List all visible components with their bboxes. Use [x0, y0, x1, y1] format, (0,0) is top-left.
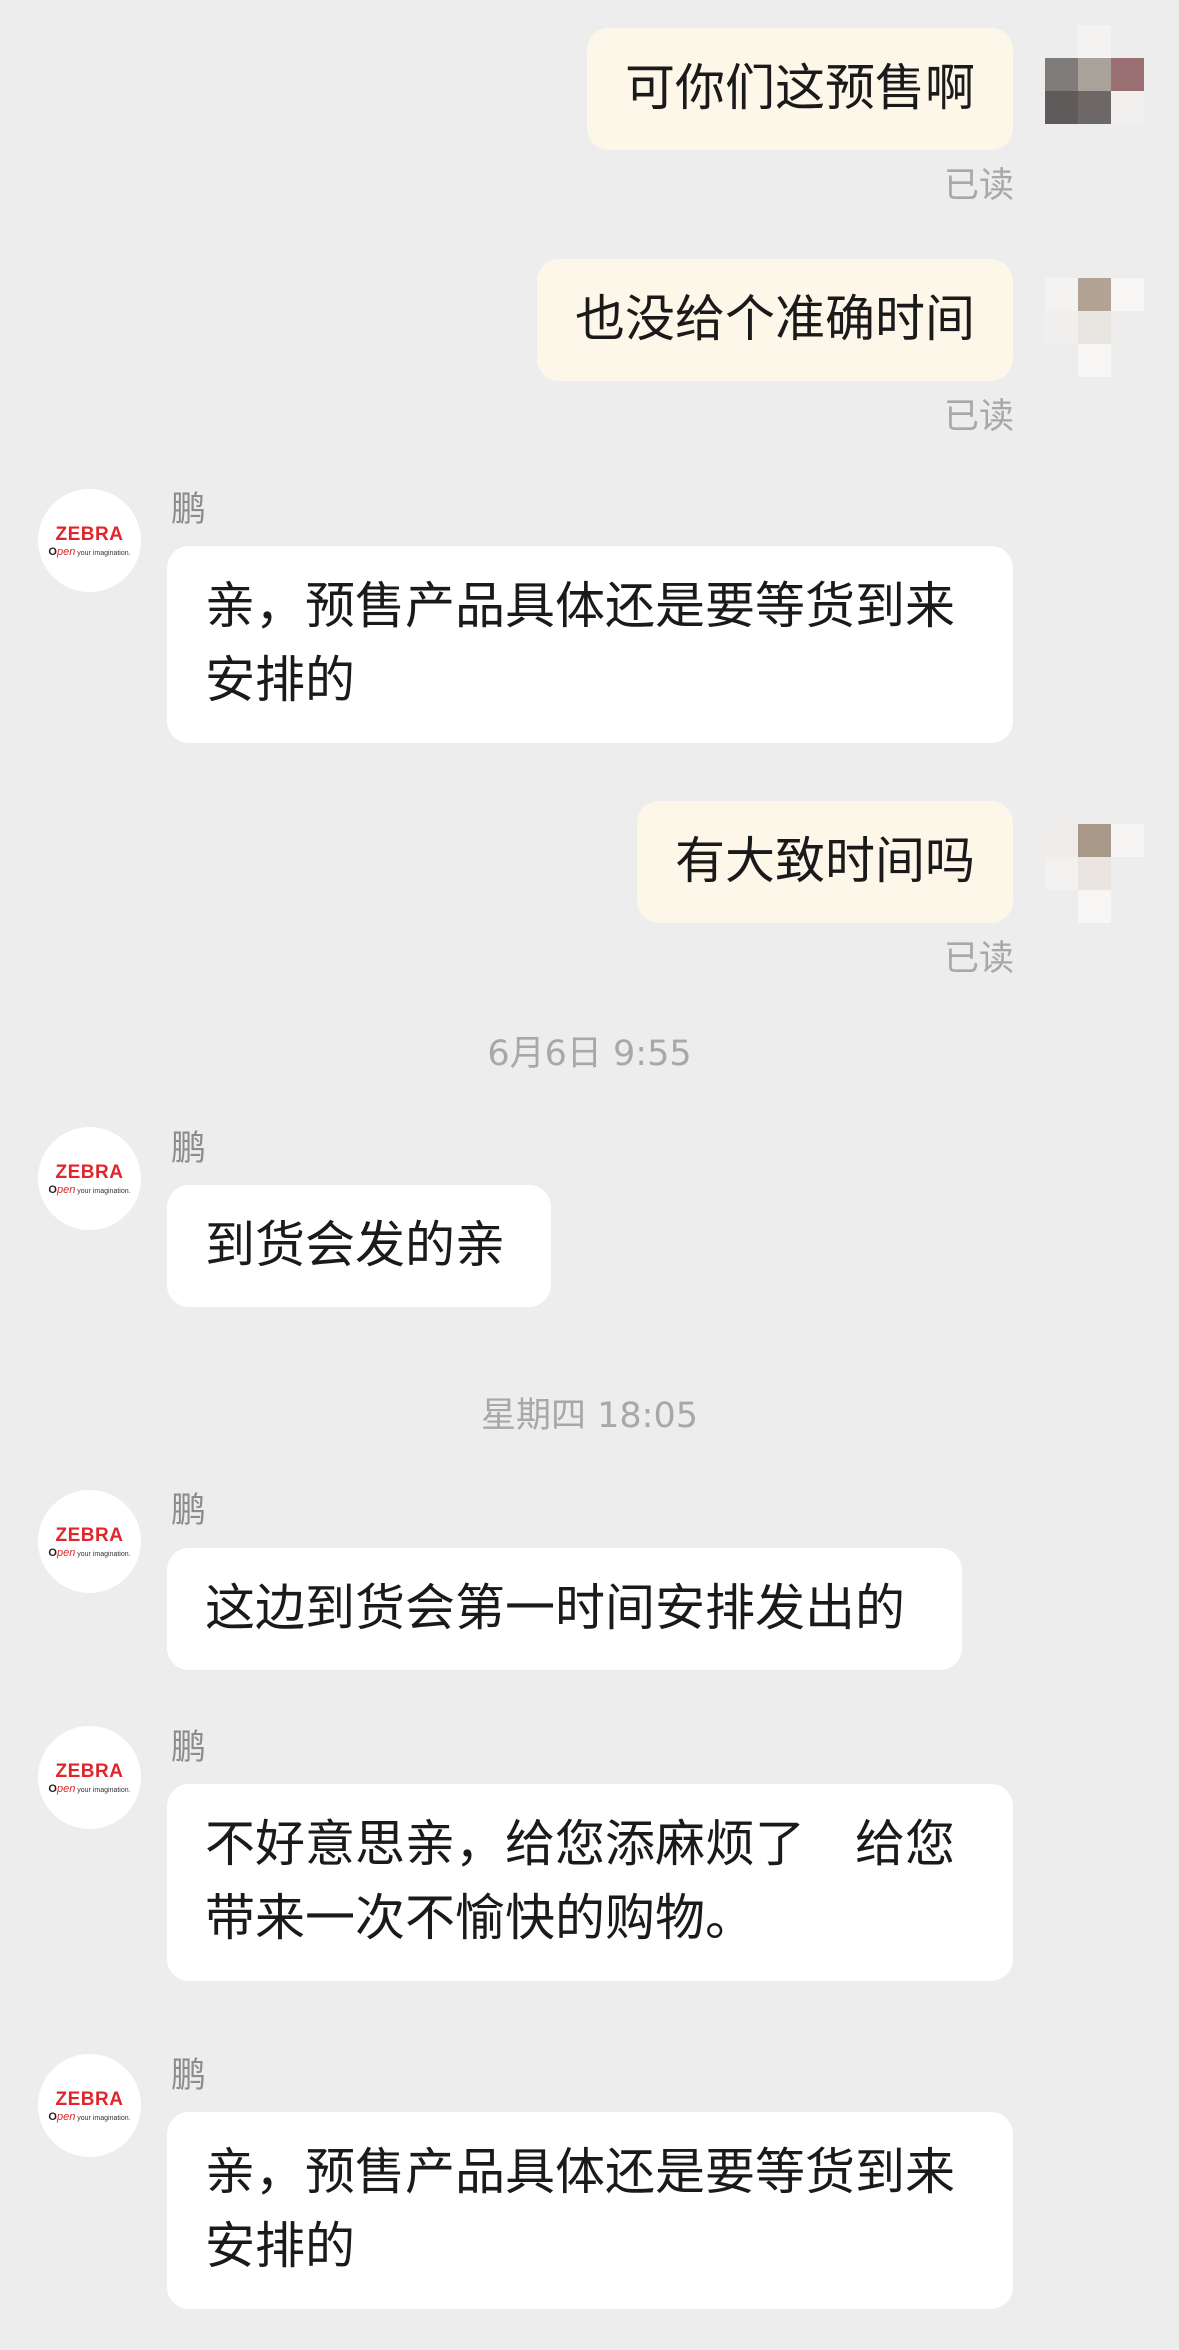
- message-bubble-outgoing[interactable]: 有大致时间吗: [637, 801, 1013, 923]
- logo-tag-pen: pen: [56, 546, 76, 558]
- avatar-pixel: [1045, 91, 1078, 124]
- avatar-pixel: [1078, 311, 1111, 344]
- user-avatar[interactable]: [1045, 245, 1144, 377]
- message-bubble-incoming[interactable]: 这边到货会第一时间安排发出的: [167, 1548, 962, 1670]
- avatar-pixel: [1111, 824, 1144, 857]
- message-text: 到货会发的亲: [205, 1216, 505, 1274]
- logo-tagline: Open your imagination.: [42, 1184, 137, 1196]
- user-avatar[interactable]: [1045, 791, 1144, 923]
- logo-tag-o: O: [48, 546, 57, 558]
- logo-tag-pen: pen: [56, 2111, 76, 2123]
- message-text: 也没给个准确时间: [575, 290, 975, 348]
- logo-tag-rest: your imagination.: [75, 1551, 131, 1558]
- message-text-line: 带来一次不愉快的购物。: [205, 1889, 755, 1947]
- logo-tagline: Open your imagination.: [42, 2111, 137, 2123]
- shop-avatar[interactable]: ZEBRA Open your imagination.: [38, 1490, 141, 1593]
- logo-tag-o: O: [48, 1783, 57, 1795]
- message-text-line: 安排的: [205, 651, 355, 709]
- message-bubble-incoming[interactable]: 到货会发的亲: [167, 1185, 551, 1307]
- avatar-pixel: [1045, 824, 1078, 857]
- message-text: 可你们这预售啊: [625, 59, 975, 117]
- message-bubble-incoming[interactable]: 亲，预售产品具体还是要等货到来 安排的: [167, 546, 1013, 743]
- logo-tag-rest: your imagination.: [75, 2115, 131, 2122]
- logo-tag-o: O: [48, 2111, 57, 2123]
- avatar-pixel: [1045, 58, 1078, 91]
- message-bubble-outgoing[interactable]: 可你们这预售啊: [587, 28, 1013, 150]
- logo-tag-pen: pen: [56, 1547, 76, 1559]
- avatar-pixel: [1078, 91, 1111, 124]
- user-avatar[interactable]: [1045, 25, 1144, 124]
- sender-name: 鹏: [171, 490, 207, 530]
- logo-tag-rest: your imagination.: [75, 1787, 131, 1794]
- logo-tag-rest: your imagination.: [75, 550, 131, 557]
- avatar-pixel: [1111, 278, 1144, 311]
- logo-tagline: Open your imagination.: [42, 1547, 137, 1559]
- avatar-pixel: [1078, 278, 1111, 311]
- avatar-pixel: [1078, 857, 1111, 890]
- message-text: 有大致时间吗: [675, 832, 975, 890]
- avatar-pixel: [1078, 25, 1111, 58]
- zebra-logo-icon: ZEBRA: [55, 1525, 124, 1546]
- message-bubble-outgoing[interactable]: 也没给个准确时间: [537, 259, 1013, 381]
- shop-avatar[interactable]: ZEBRA Open your imagination.: [38, 1726, 141, 1829]
- chat-page: 可你们这预售啊 已读 也没给个准确时间 已读 ZEBRA Open your i…: [0, 0, 1179, 2350]
- message-text-line: 不好意思亲，给您添麻烦了 给您: [205, 1815, 955, 1873]
- logo-tagline: Open your imagination.: [42, 546, 137, 558]
- avatar-pixel: [1045, 311, 1078, 344]
- read-status: 已读: [943, 939, 1014, 979]
- avatar-pixel: [1111, 58, 1144, 91]
- sender-name: 鹏: [171, 2056, 207, 2096]
- logo-tag-o: O: [48, 1184, 57, 1196]
- avatar-pixel: [1111, 91, 1144, 124]
- avatar-pixel: [1078, 890, 1111, 923]
- logo-tag-pen: pen: [56, 1184, 76, 1196]
- zebra-logo-icon: ZEBRA: [55, 1162, 124, 1183]
- shop-avatar[interactable]: ZEBRA Open your imagination.: [38, 489, 141, 592]
- avatar-pixel: [1045, 857, 1078, 890]
- shop-avatar[interactable]: ZEBRA Open your imagination.: [38, 2054, 141, 2157]
- logo-tag-o: O: [48, 1547, 57, 1559]
- timestamp: 星期四 18:05: [481, 1396, 698, 1436]
- logo-tag-pen: pen: [56, 1783, 76, 1795]
- message-text-line: 亲，预售产品具体还是要等货到来: [205, 2143, 955, 2201]
- shop-avatar[interactable]: ZEBRA Open your imagination.: [38, 1127, 141, 1230]
- logo-tag-rest: your imagination.: [75, 1188, 131, 1195]
- zebra-logo-icon: ZEBRA: [55, 524, 124, 545]
- message-bubble-incoming[interactable]: 亲，预售产品具体还是要等货到来 安排的: [167, 2112, 1013, 2309]
- sender-name: 鹏: [171, 1129, 207, 1169]
- sender-name: 鹏: [171, 1728, 207, 1768]
- timestamp: 6月6日 9:55: [487, 1034, 692, 1074]
- logo-tagline: Open your imagination.: [42, 1783, 137, 1795]
- read-status: 已读: [943, 166, 1014, 206]
- avatar-pixel: [1045, 278, 1078, 311]
- message-bubble-incoming[interactable]: 不好意思亲，给您添麻烦了 给您 带来一次不愉快的购物。: [167, 1784, 1013, 1981]
- zebra-logo-icon: ZEBRA: [55, 1761, 124, 1782]
- message-text-line: 亲，预售产品具体还是要等货到来: [205, 577, 955, 635]
- message-text-line: 安排的: [205, 2217, 355, 2275]
- avatar-pixel: [1078, 824, 1111, 857]
- sender-name: 鹏: [171, 1491, 207, 1531]
- read-status: 已读: [943, 397, 1014, 437]
- avatar-pixel: [1078, 344, 1111, 377]
- message-text: 这边到货会第一时间安排发出的: [205, 1579, 905, 1637]
- avatar-pixel: [1078, 58, 1111, 91]
- zebra-logo-icon: ZEBRA: [55, 2089, 124, 2110]
